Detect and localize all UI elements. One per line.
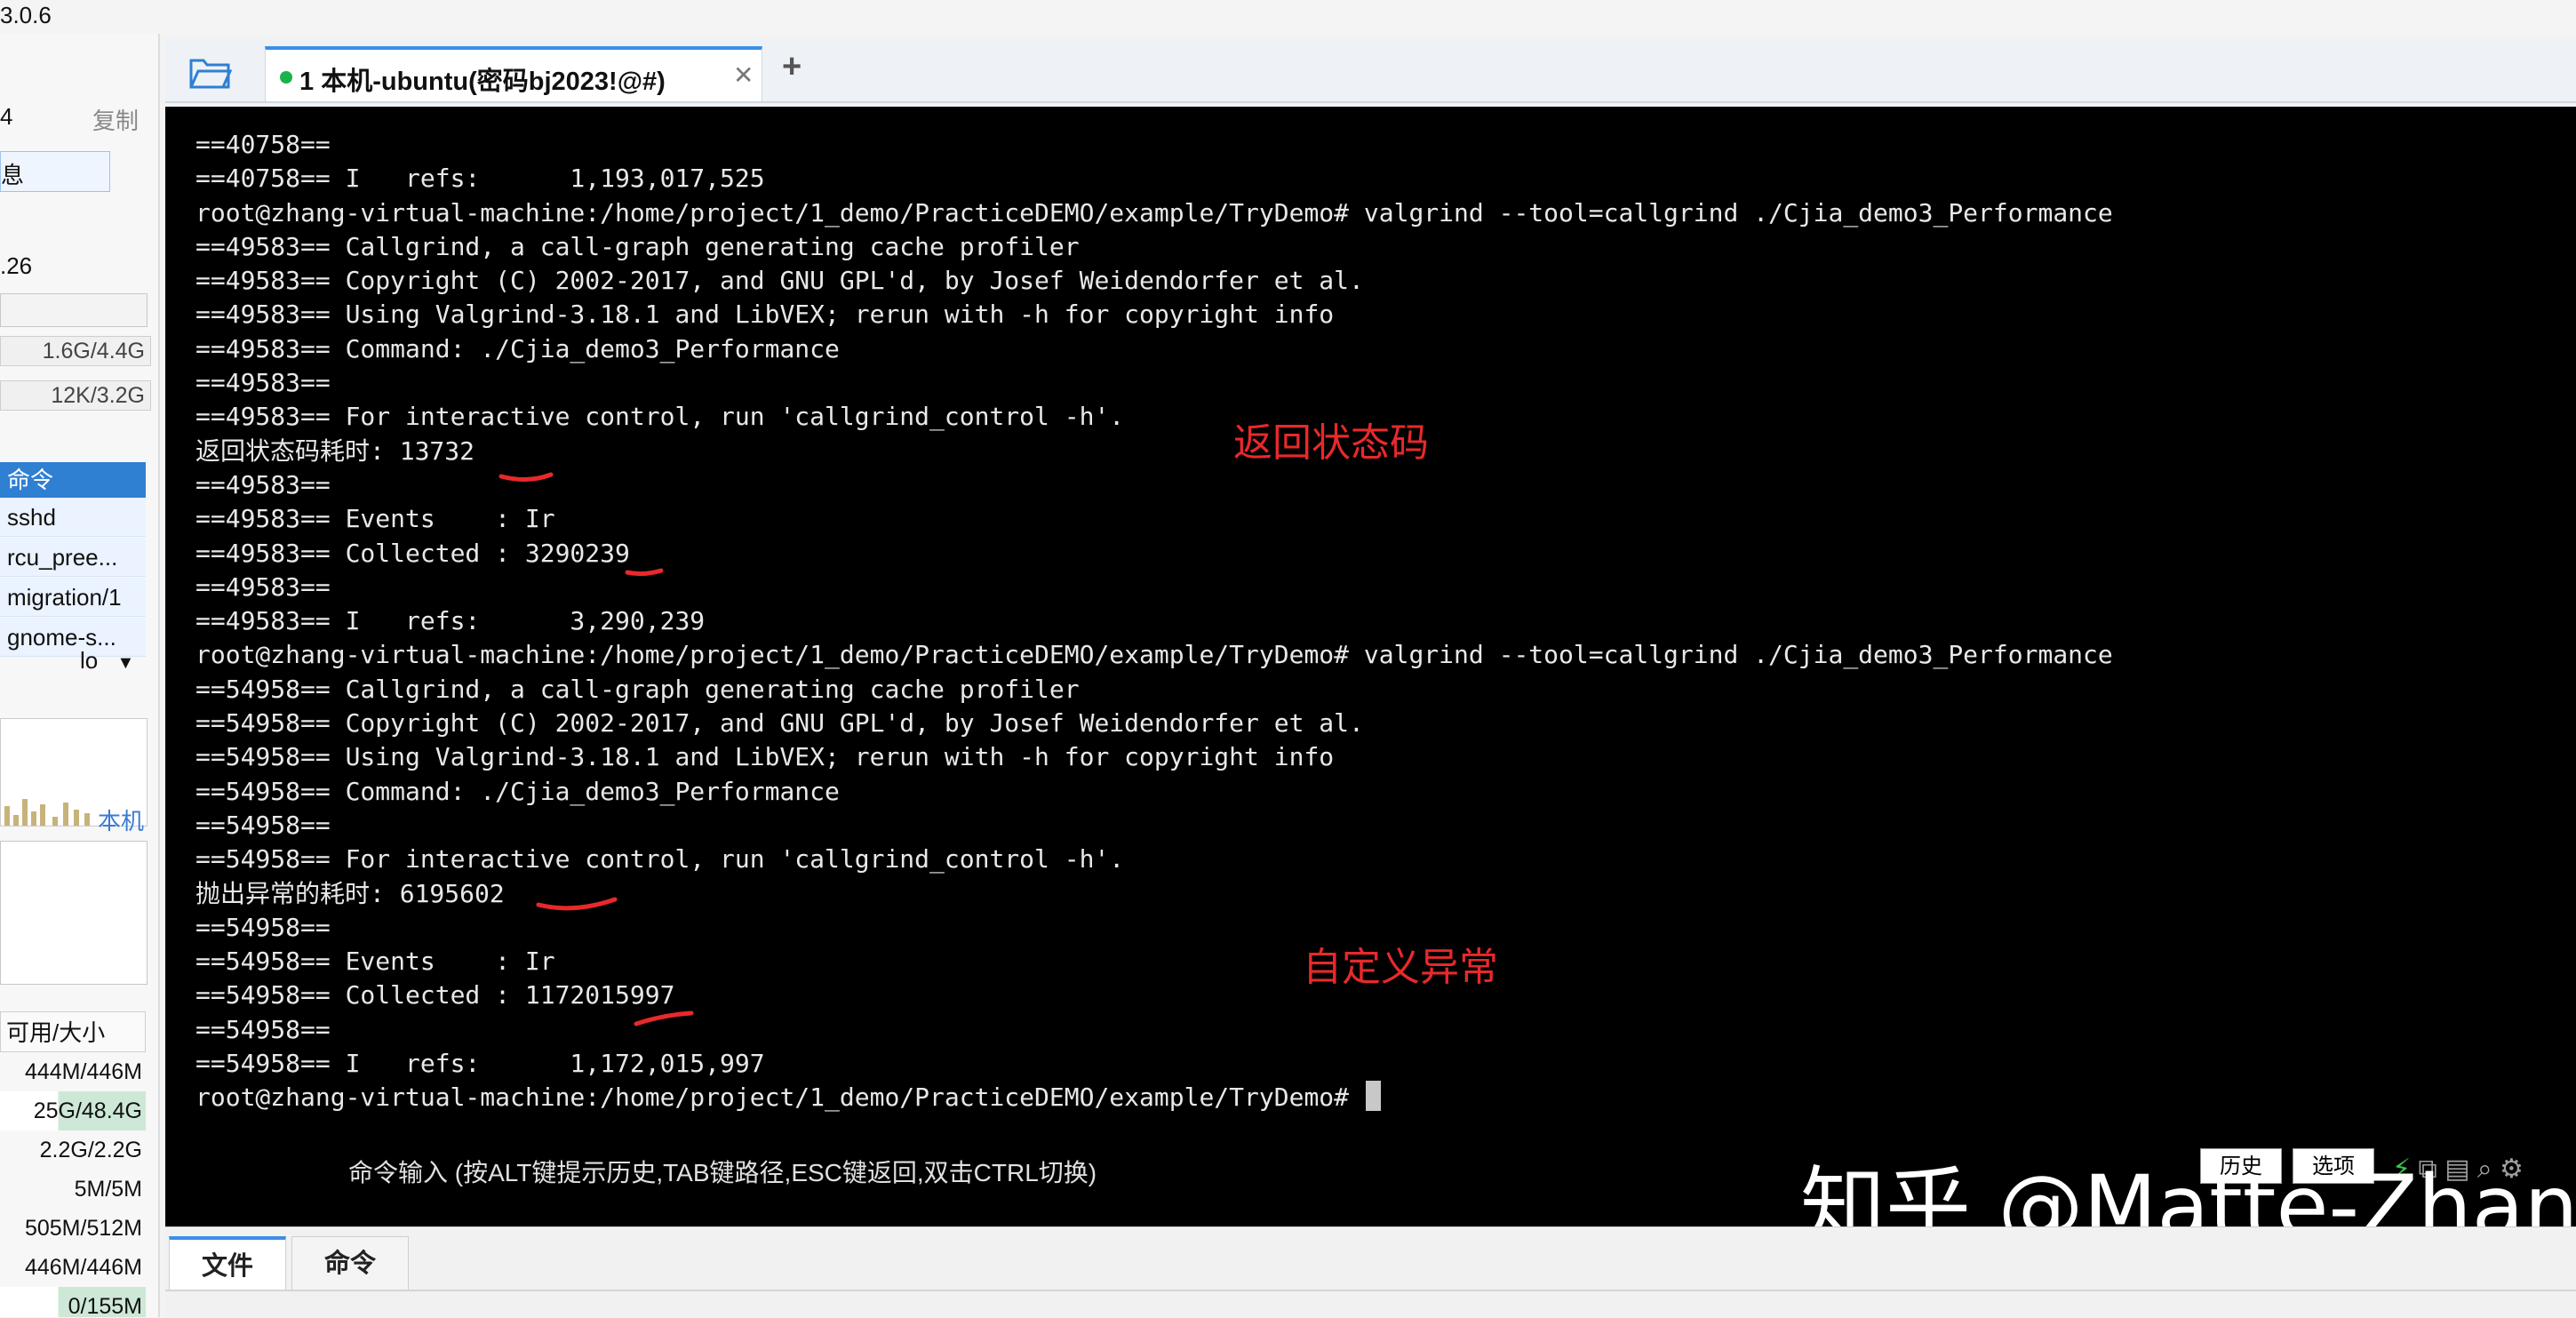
annotation-underlines — [498, 472, 694, 1026]
underline-mark — [625, 568, 664, 577]
cpu-bar — [0, 293, 148, 327]
disk-row: 5M/5M — [74, 1177, 142, 1202]
underline-mark — [536, 897, 618, 911]
graph-bar — [74, 810, 79, 826]
graph-bar — [13, 815, 19, 826]
disk-row: 0/155M — [0, 1287, 146, 1317]
disk-row: 505M/512M — [24, 1216, 142, 1241]
swap-usage: 12K/3.2G — [0, 380, 151, 411]
bottom-panel: 文件 命令 — [165, 1226, 2576, 1318]
tab-title: 1 本机-ubuntu(密码bj2023!@#) — [299, 68, 666, 96]
title-bar: 3.0.6 — [0, 0, 2576, 34]
session-tab-bar: 1 本机-ubuntu(密码bj2023!@#) ✕ + — [165, 39, 2576, 103]
watermark: 知乎 @Matte-Zhang — [1800, 1157, 2576, 1226]
app-version: 3.0.6 — [0, 2, 52, 28]
disk-row: 25G/48.4G — [0, 1091, 146, 1130]
graph-bar — [31, 811, 36, 826]
graph-bar — [52, 817, 58, 826]
copy-link[interactable]: 复制 — [92, 103, 139, 136]
disk-row: 2.2G/2.2G — [39, 1138, 142, 1162]
host-panel — [0, 841, 148, 985]
sidebar-count: 4 — [0, 103, 13, 130]
connection-status-dot — [280, 71, 292, 84]
process-item[interactable]: rcu_pree... — [0, 538, 146, 577]
disk-row: 444M/446M — [24, 1059, 142, 1084]
tab-files[interactable]: 文件 — [169, 1236, 286, 1290]
add-tab-button[interactable]: + — [782, 48, 802, 86]
divider — [165, 1290, 2576, 1291]
host-link[interactable]: 本机 — [98, 803, 144, 836]
disk-row: 446M/446M — [24, 1255, 142, 1280]
underline-mark — [498, 472, 554, 482]
process-item[interactable]: sshd — [0, 498, 146, 537]
process-item[interactable]: migration/1 — [0, 578, 146, 617]
info-box[interactable]: 息 — [0, 151, 110, 192]
graph-bar — [40, 804, 45, 826]
annotation-custom-exception: 自定义异常 — [1303, 945, 1498, 990]
underline-mark — [634, 1010, 694, 1026]
command-input-hint[interactable]: 命令输入 (按ALT键提示历史,TAB键路径,ESC键返回,双击CTRL切换) — [348, 1154, 1097, 1189]
annotation-status-code: 返回状态码 — [1233, 420, 1429, 466]
terminal-line: root@zhang-virtual-machine:/home/project… — [195, 1081, 2113, 1114]
graph-bar — [84, 813, 90, 826]
graph-bar — [22, 799, 28, 826]
tab-commands[interactable]: 命令 — [291, 1236, 409, 1290]
net-interface-label: lo — [80, 647, 99, 674]
graph-bar — [4, 806, 10, 826]
info-label: 息 — [1, 162, 25, 188]
open-folder-button[interactable] — [188, 55, 233, 91]
graph-bar — [63, 803, 68, 826]
load-average: .26 — [0, 252, 33, 279]
sidebar: 4 复制 息 .26 1.6G/4.4G 12K/3.2G 命令 sshd rc… — [0, 34, 160, 1317]
chevron-down-icon: ▼ — [116, 653, 135, 673]
session-tab[interactable]: 1 本机-ubuntu(密码bj2023!@#) ✕ — [265, 46, 762, 101]
process-column-header[interactable]: 命令 — [0, 462, 146, 498]
cursor — [1365, 1081, 1381, 1112]
memory-usage: 1.6G/4.4G — [0, 336, 151, 366]
close-icon[interactable]: ✕ — [733, 60, 754, 90]
net-interface-select[interactable]: lo ▼ — [80, 647, 134, 675]
folder-icon — [189, 59, 233, 89]
disk-column-header[interactable]: 可用/大小 — [0, 1011, 146, 1052]
terminal[interactable]: ==40758== ==40758== I refs: 1,193,017,525… — [165, 107, 2576, 1226]
